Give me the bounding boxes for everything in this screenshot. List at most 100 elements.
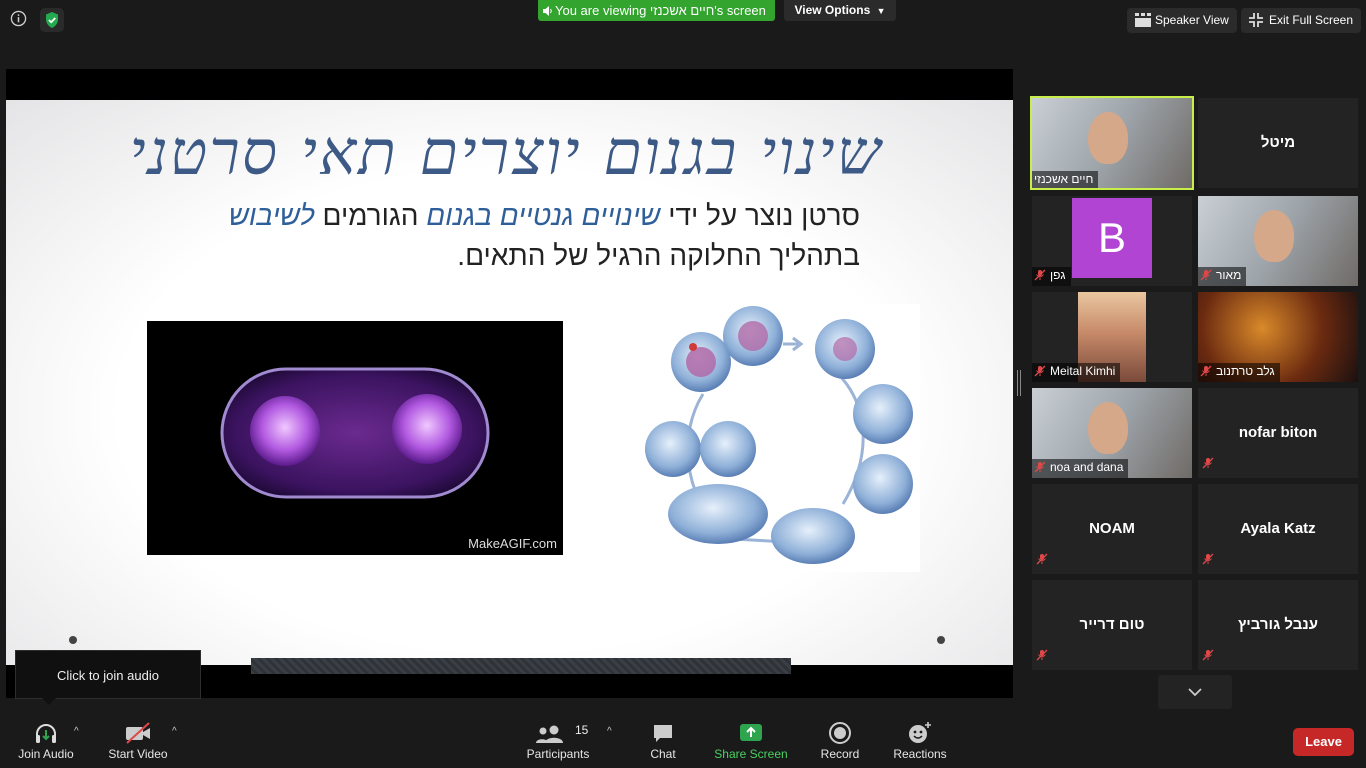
participant-label: מאור	[1198, 267, 1247, 286]
participant-tile[interactable]: nofar biton	[1198, 388, 1358, 478]
participant-tile[interactable]: ענבל גורביץ	[1198, 580, 1358, 670]
muted-mic-icon	[1034, 461, 1046, 476]
participant-tile[interactable]: חיים אשכנזי	[1030, 96, 1194, 190]
view-options-menu[interactable]: View Options ▼	[784, 0, 896, 21]
exit-full-screen-label: Exit Full Screen	[1269, 13, 1354, 27]
muted-mic-icon	[1202, 552, 1214, 570]
slide-title: שינוי בגנום יוצרים תאי סרטני	[129, 116, 883, 189]
share-screen-label: Share Screen	[714, 747, 788, 761]
chat-button[interactable]: Chat	[642, 712, 684, 768]
participant-label: חיים אשכנזי	[1032, 171, 1099, 188]
participant-label: גפן	[1032, 267, 1071, 286]
audio-options-caret-icon[interactable]: ^	[74, 726, 79, 737]
participant-tile[interactable]: מיטל	[1198, 98, 1358, 188]
panel-resize-handle[interactable]	[1017, 370, 1021, 396]
muted-mic-icon	[1036, 648, 1048, 666]
speaker-view-label: Speaker View	[1155, 13, 1229, 27]
speaker-view-button[interactable]: Speaker View	[1127, 8, 1237, 33]
join-audio-label: Join Audio	[18, 747, 74, 761]
start-video-label: Start Video	[108, 747, 168, 761]
record-icon	[829, 722, 851, 744]
smiley-plus-icon	[909, 722, 931, 743]
reactions-label: Reactions	[893, 747, 947, 761]
muted-mic-icon	[1036, 552, 1048, 570]
participant-name: גפן	[1050, 268, 1066, 282]
participant-tile[interactable]: NOAM	[1032, 484, 1192, 574]
presentation-slide: שינוי בגנום יוצרים תאי סרטני סרטן נוצר ע…	[6, 100, 1013, 665]
shared-screen[interactable]: שינוי בגנום יוצרים תאי סרטני סרטן נוצר ע…	[6, 69, 1013, 698]
body-highlight-segment: לשיבוש	[228, 200, 315, 231]
gallery-next-page-button[interactable]	[1158, 675, 1232, 709]
participant-tile[interactable]: B גפן	[1032, 196, 1192, 286]
participant-name: גלב טרתנוב	[1216, 364, 1275, 378]
chat-label: Chat	[650, 747, 676, 761]
participants-button[interactable]: Participants	[524, 712, 592, 768]
share-screen-icon	[740, 724, 762, 741]
participant-name: nofar biton	[1238, 424, 1318, 441]
muted-mic-icon	[1202, 648, 1214, 666]
exit-full-screen-button[interactable]: Exit Full Screen	[1241, 8, 1362, 33]
slide-scrollbar[interactable]	[251, 658, 791, 674]
view-options-label: View Options	[794, 3, 871, 17]
participant-label: גלב טרתנוב	[1198, 363, 1280, 382]
muted-mic-icon	[1034, 269, 1046, 284]
reactions-button[interactable]: Reactions	[892, 712, 948, 768]
muted-mic-icon	[1034, 365, 1046, 380]
participant-name: Meital Kimhi	[1050, 364, 1116, 378]
muted-mic-icon	[1200, 269, 1212, 284]
participants-count: 15	[575, 723, 589, 737]
info-icon[interactable]	[10, 10, 27, 27]
participant-name: חיים אשכנזי	[1034, 172, 1094, 186]
participant-face	[1088, 402, 1128, 454]
cell-division-animation: MakeAGIF.com	[147, 321, 563, 555]
gif-credit: MakeAGIF.com	[468, 536, 557, 551]
participant-name: ענבל גורביץ	[1237, 616, 1319, 633]
participant-tile[interactable]: גלב טרתנוב	[1198, 292, 1358, 382]
join-audio-button[interactable]: Join Audio	[14, 712, 78, 768]
start-video-button[interactable]: Start Video	[106, 712, 170, 768]
viewing-screen-banner[interactable]: You are viewing חיים אשכנזי's screen	[538, 0, 775, 21]
participant-name: Ayala Katz	[1240, 520, 1316, 537]
record-label: Record	[820, 747, 860, 761]
participant-tile[interactable]: Ayala Katz	[1198, 484, 1358, 574]
participant-tile[interactable]: מאור	[1198, 196, 1358, 286]
exit-fullscreen-icon	[1249, 13, 1263, 27]
slide-body-line-2: בתהליך החלוקה הרגיל של התאים.	[457, 240, 860, 271]
slide-body-text: סרטן נוצר על ידי שינויים גנטיים בגנום הג…	[106, 196, 860, 276]
participants-label: Participants	[526, 747, 590, 761]
avatar: B	[1072, 198, 1152, 278]
chat-icon	[654, 725, 672, 742]
video-options-caret-icon[interactable]: ^	[172, 726, 177, 737]
participant-tile[interactable]: טום דרייר	[1032, 580, 1192, 670]
participant-tile[interactable]: Meital Kimhi	[1032, 292, 1192, 382]
chevron-down-icon	[1188, 688, 1202, 697]
encryption-shield-icon[interactable]	[40, 8, 64, 32]
scroll-dot-right	[937, 636, 945, 644]
participant-face	[1088, 112, 1128, 164]
meeting-controls-bar: Join Audio ^ Start Video ^ Participants …	[0, 712, 1366, 768]
participant-name: מיטל	[1260, 134, 1296, 151]
leave-meeting-button[interactable]: Leave	[1293, 728, 1354, 756]
muted-mic-icon	[1200, 365, 1212, 380]
share-screen-button[interactable]: Share Screen	[714, 712, 788, 768]
body-highlight-segment: שינויים גנטיים בגנום	[426, 200, 661, 231]
viewing-banner-text: You are viewing חיים אשכנזי's screen	[555, 3, 766, 18]
record-button[interactable]: Record	[818, 712, 862, 768]
participant-name: NOAM	[1089, 520, 1135, 537]
speaker-icon	[543, 6, 552, 16]
participants-options-caret-icon[interactable]: ^	[607, 726, 612, 737]
participant-name: טום דרייר	[1079, 616, 1145, 633]
body-text-segment: סרטן נוצר על ידי	[668, 200, 860, 231]
participant-name: noa and dana	[1050, 460, 1124, 474]
mitosis-cycle-diagram	[623, 304, 920, 572]
grid-icon	[1135, 13, 1151, 27]
slide-body-line-1: סרטן נוצר על ידי שינויים גנטיים בגנום הג…	[106, 196, 860, 236]
body-text-segment: הגורמים	[322, 200, 419, 231]
participant-face	[1254, 210, 1294, 262]
participant-tile[interactable]: noa and dana	[1032, 388, 1192, 478]
scroll-dot-left	[69, 636, 77, 644]
participant-label: noa and dana	[1032, 459, 1129, 478]
participant-label: Meital Kimhi	[1032, 363, 1121, 382]
video-off-icon	[126, 722, 150, 744]
join-audio-tooltip: Click to join audio	[15, 650, 201, 705]
